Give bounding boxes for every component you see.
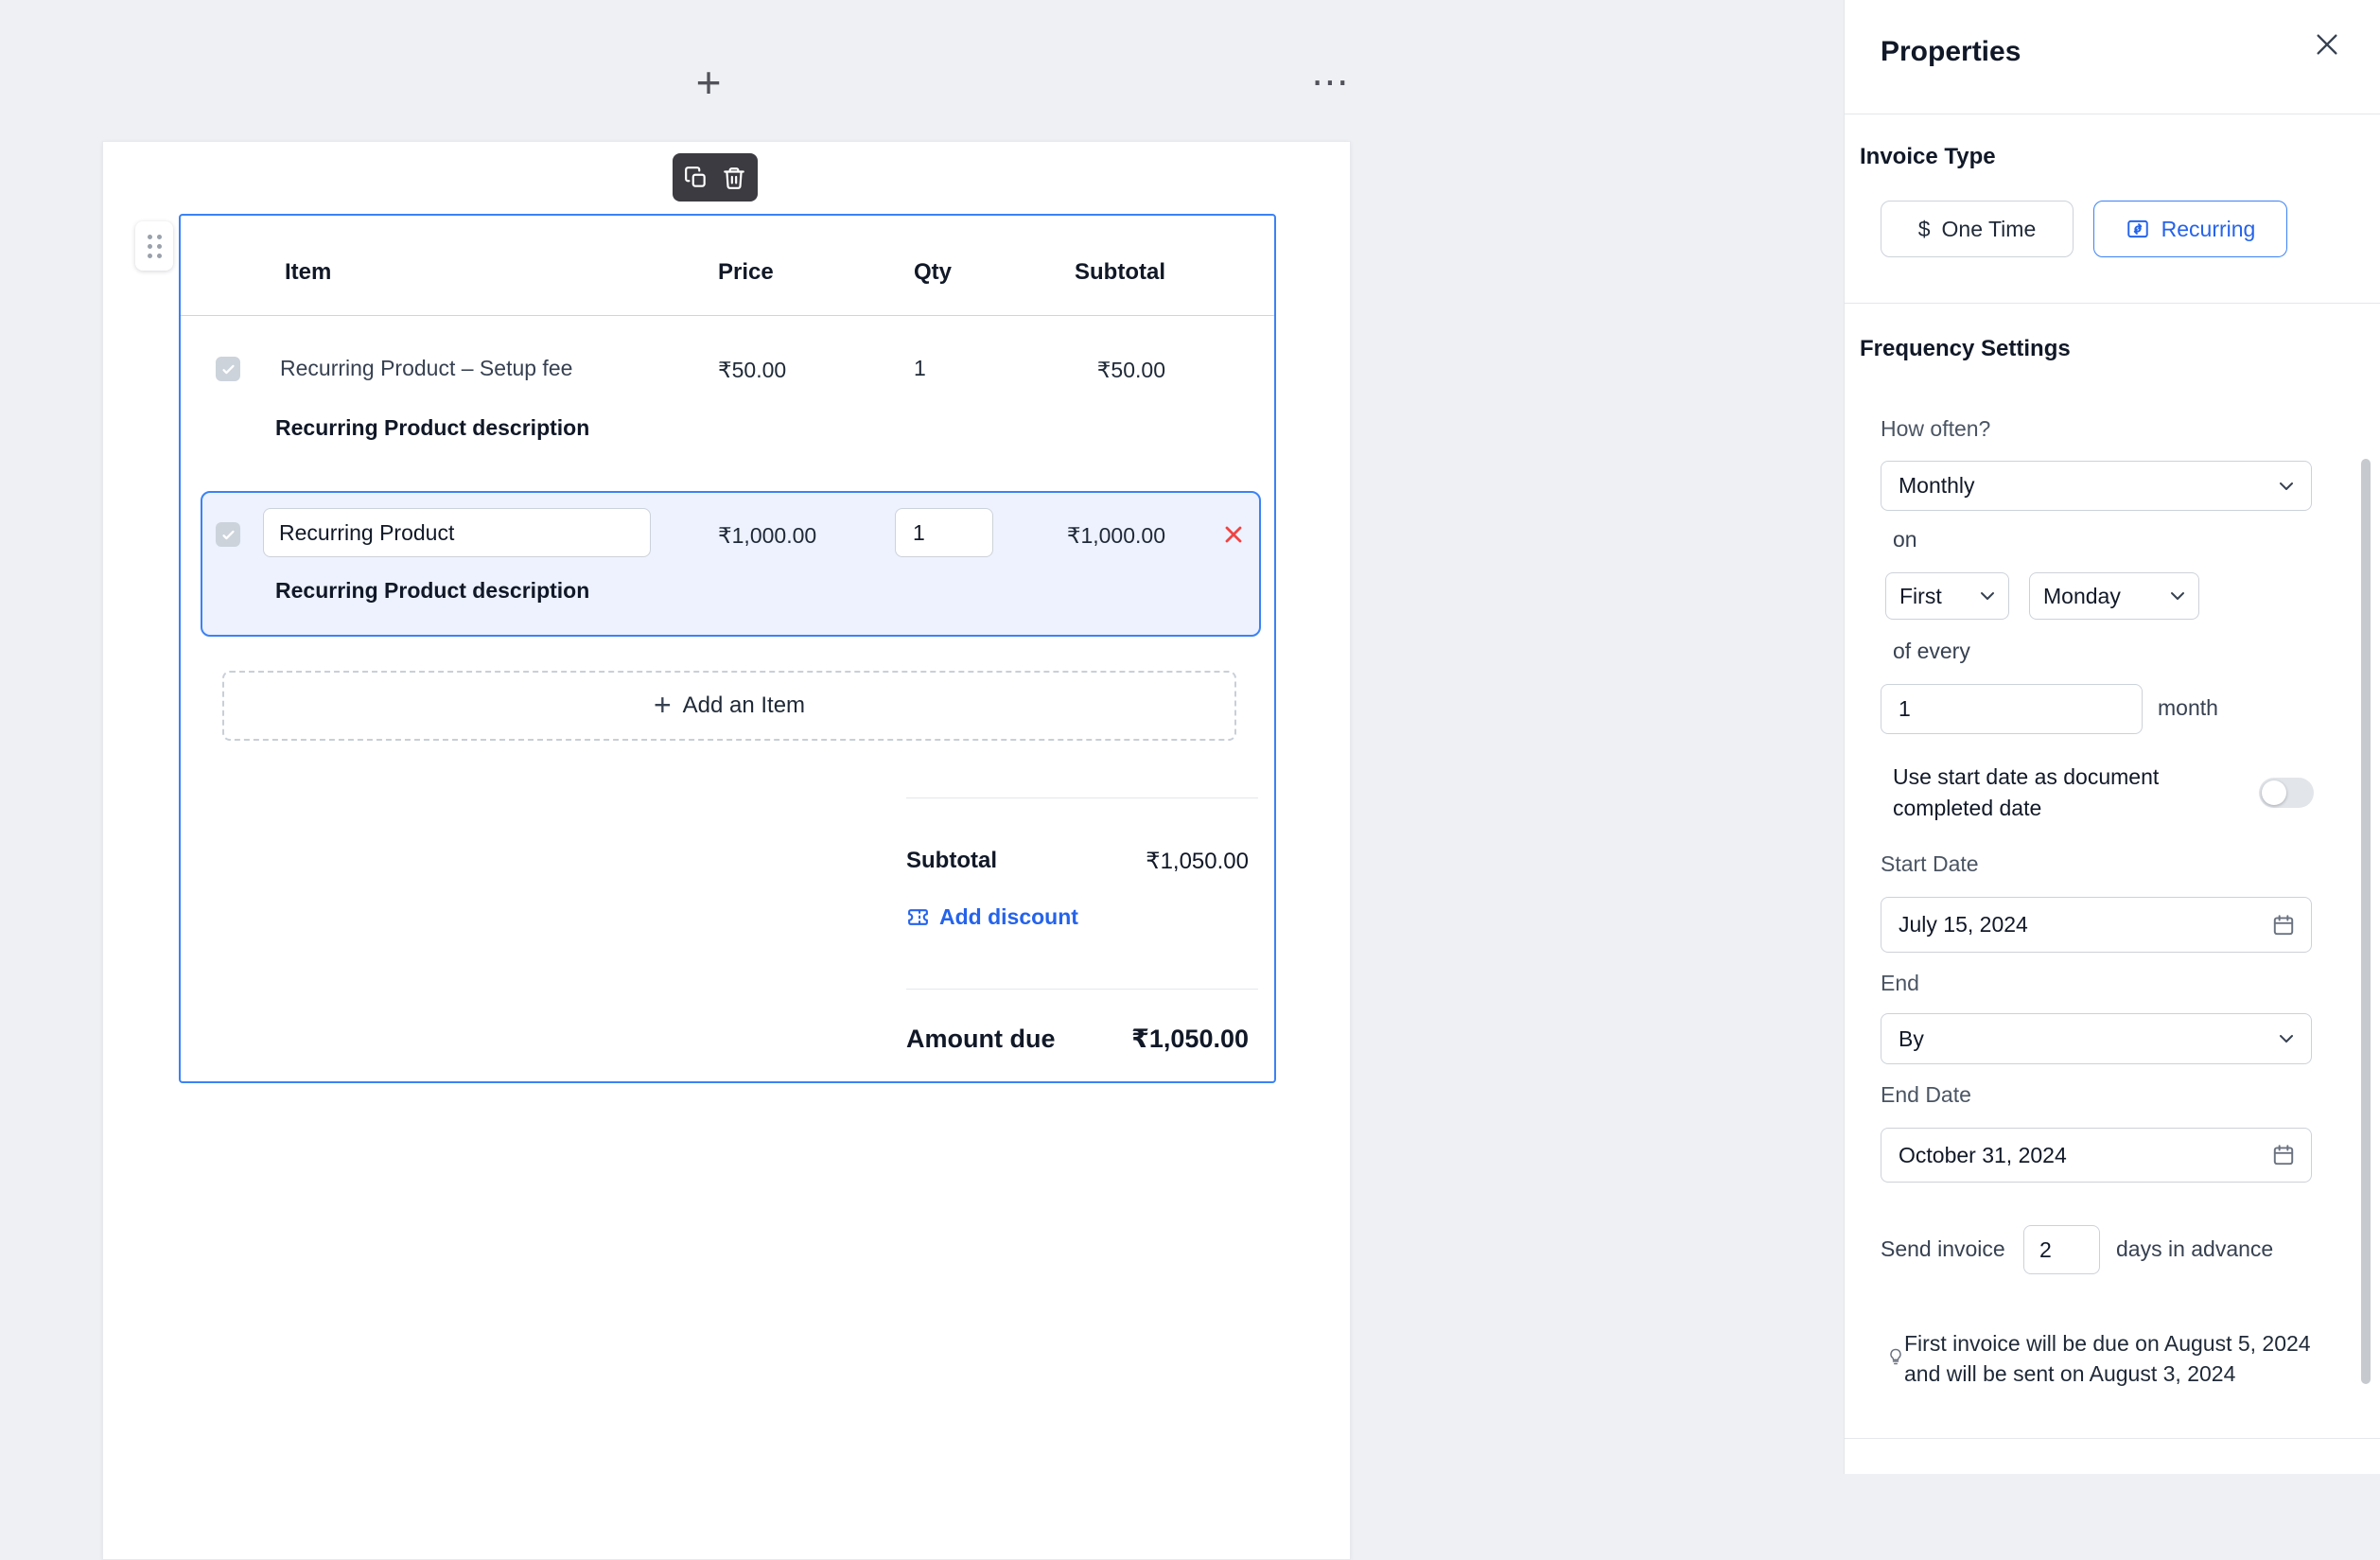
delete-block-icon[interactable] [722, 166, 746, 190]
week-ordinal-value: First [1899, 583, 1942, 608]
editor-canvas: + ⋯ Item Price Qty Subtotal Recurring Pr… [0, 0, 1844, 1560]
item-price: ₹50.00 [718, 358, 787, 382]
end-label: End [1881, 971, 1919, 995]
send-invoice-label: Send invoice [1881, 1236, 2005, 1261]
on-label: on [1893, 527, 1917, 552]
frequency-settings-label: Frequency Settings [1860, 336, 2071, 361]
calendar-icon [2273, 914, 2294, 935]
totals-section: Subtotal ₹1,050.00 Add discount Amount d… [906, 798, 1258, 1072]
subtotal-value: ₹1,050.00 [1146, 849, 1249, 874]
amount-due-value: ₹1,050.00 [1131, 1025, 1249, 1053]
close-icon[interactable] [2312, 29, 2342, 60]
divider [181, 315, 1274, 316]
item-subtotal: ₹1,000.00 [1066, 523, 1165, 548]
end-date-label: End Date [1881, 1082, 1971, 1107]
week-ordinal-select[interactable]: First [1885, 572, 2009, 620]
how-often-select[interactable]: Monthly [1881, 461, 2312, 511]
add-discount-label: Add discount [939, 904, 1078, 929]
first-invoice-note: First invoice will be due on August 5, 2… [1904, 1331, 2311, 1386]
end-select[interactable]: By [1881, 1013, 2312, 1064]
end-date-input[interactable]: October 31, 2024 [1881, 1128, 2312, 1183]
panel-title: Properties [1881, 36, 2021, 67]
drag-handle-icon[interactable] [135, 221, 173, 271]
subtotal-label: Subtotal [906, 848, 997, 873]
properties-panel: Properties Invoice Type $ One Time Recur… [1844, 0, 2380, 1474]
plus-icon: + [653, 687, 672, 722]
chevron-down-icon [2280, 1035, 2293, 1043]
column-header-qty: Qty [914, 259, 953, 285]
days-in-advance-label: days in advance [2116, 1236, 2274, 1261]
discount-icon [908, 909, 928, 925]
recurring-button[interactable]: Recurring [2093, 201, 2287, 257]
item-description: Recurring Product description [275, 415, 590, 440]
duplicate-block-icon[interactable] [684, 166, 709, 190]
column-header-price: Price [718, 259, 774, 285]
interval-input[interactable] [1881, 684, 2143, 734]
more-options-button[interactable]: ⋯ [1304, 55, 1358, 110]
remove-item-icon[interactable] [1220, 521, 1247, 548]
end-value: By [1899, 1025, 1924, 1051]
item-price: ₹1,000.00 [718, 523, 817, 548]
item-name[interactable]: Recurring Product – Setup fee [280, 356, 572, 381]
recurring-label: Recurring [2161, 216, 2256, 241]
divider [906, 989, 1258, 990]
divider [1845, 1438, 2380, 1439]
item-checkbox[interactable] [216, 357, 240, 381]
add-item-button[interactable]: + Add an Item [222, 671, 1236, 741]
dollar-icon: $ [1917, 216, 1931, 241]
item-subtotal: ₹50.00 [1096, 358, 1165, 382]
add-item-label: Add an Item [682, 692, 806, 718]
item-description: Recurring Product description [275, 578, 590, 603]
end-date-value: October 31, 2024 [1899, 1142, 2067, 1167]
amount-due-label: Amount due [906, 1025, 1056, 1053]
column-header-subtotal: Subtotal [1075, 259, 1165, 285]
invoice-items-block[interactable]: Item Price Qty Subtotal Recurring Produc… [179, 214, 1276, 1083]
weekday-value: Monday [2043, 583, 2121, 608]
one-time-label: One Time [1941, 216, 2037, 241]
column-header-item: Item [285, 259, 332, 285]
use-start-date-toggle[interactable] [2259, 778, 2314, 808]
chevron-down-icon [1981, 592, 1994, 600]
start-date-value: July 15, 2024 [1899, 912, 2028, 937]
start-date-label: Start Date [1881, 851, 1979, 876]
send-days-input[interactable] [2023, 1225, 2100, 1274]
calendar-icon [2273, 1145, 2294, 1166]
item-qty-input[interactable] [895, 508, 993, 557]
start-date-input[interactable]: July 15, 2024 [1881, 897, 2312, 953]
chevron-down-icon [2171, 592, 2184, 600]
item-checkbox[interactable] [216, 522, 240, 547]
one-time-button[interactable]: $ One Time [1881, 201, 2074, 257]
divider [1845, 303, 2380, 304]
block-toolbar [673, 153, 758, 202]
interval-unit-label: month [2158, 695, 2218, 720]
invoice-type-label: Invoice Type [1860, 144, 1996, 169]
add-block-button[interactable]: + [681, 55, 736, 110]
recurring-icon [2126, 219, 2148, 238]
item-name-input[interactable] [263, 508, 651, 557]
chevron-down-icon [2280, 482, 2293, 490]
weekday-select[interactable]: Monday [2029, 572, 2199, 620]
item-qty: 1 [914, 356, 926, 380]
how-often-value: Monthly [1899, 473, 1975, 498]
lightbulb-icon [1886, 1347, 1905, 1366]
of-every-label: of every [1893, 639, 1970, 663]
use-start-date-label: Use start date as document completed dat… [1893, 764, 2160, 820]
add-discount-button[interactable]: Add discount [906, 904, 1078, 930]
panel-scrollbar[interactable] [2361, 459, 2371, 1384]
how-often-label: How often? [1881, 416, 1991, 441]
